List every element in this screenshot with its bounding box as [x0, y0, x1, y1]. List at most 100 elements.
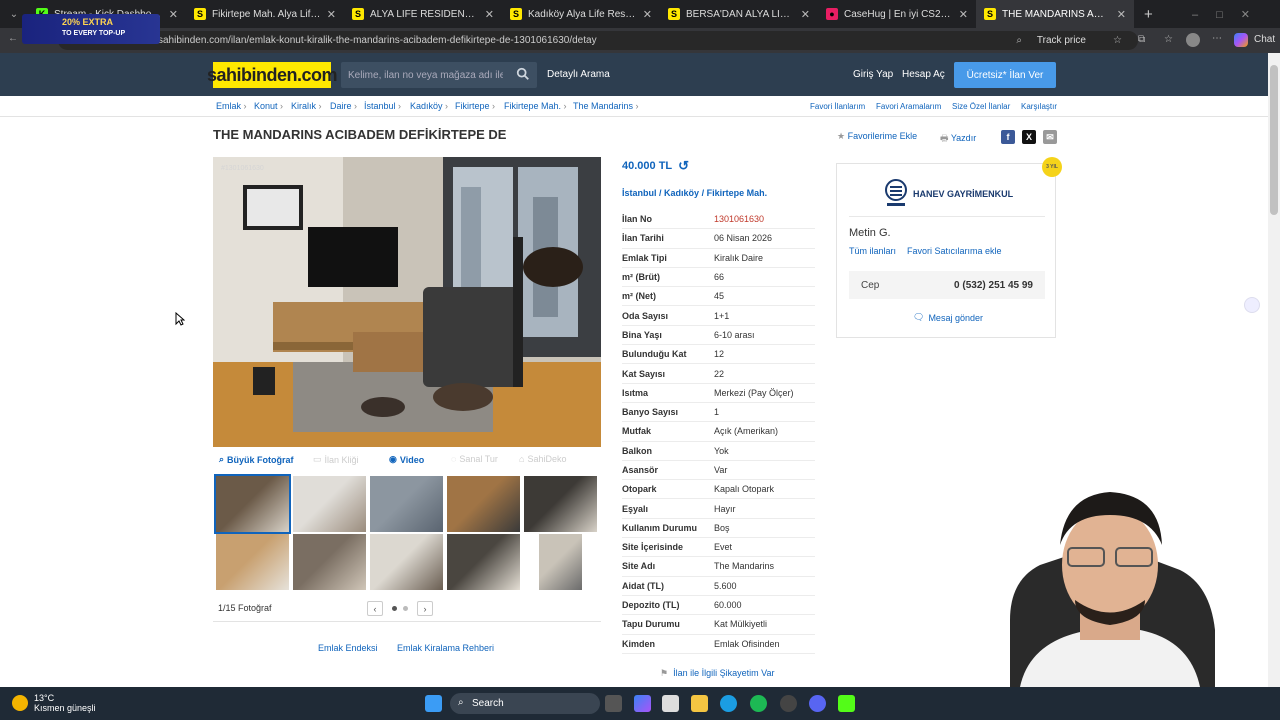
tab-large-photo[interactable]: ⌕ Büyük Fotoğraf	[219, 454, 294, 465]
header-quick-link[interactable]: Karşılaştır	[1021, 102, 1057, 111]
windows-start-icon[interactable]	[425, 695, 442, 712]
header-quick-link[interactable]: Favori Aramalarım	[876, 102, 941, 111]
location-district[interactable]: Kadıköy	[664, 188, 699, 198]
header-quick-link[interactable]: Favori İlanlarım	[810, 102, 865, 111]
tab-video[interactable]: ◉ Video	[389, 454, 424, 465]
page-dot-1[interactable]	[392, 606, 397, 611]
firm-name[interactable]: HANEV GAYRİMENKUL	[913, 189, 1013, 199]
breadcrumb-item[interactable]: Kiralık	[291, 101, 322, 111]
location-neighborhood[interactable]: Fikirtepe Mah.	[707, 188, 768, 198]
rental-guide-link[interactable]: Emlak Kiralama Rehberi	[397, 643, 494, 653]
all-listings-link[interactable]: Tüm ilanları	[849, 246, 896, 256]
browser-tab[interactable]: S Fikirtepe Mah. Alya Life Residence ✕	[186, 0, 344, 28]
taskbar-search[interactable]: ⌕ Search	[450, 693, 600, 714]
send-message-link[interactable]: 🗨 Mesaj gönder	[913, 312, 983, 323]
header-quick-link[interactable]: Size Özel İlanlar	[952, 102, 1010, 111]
real-estate-index-link[interactable]: Emlak Endeksi	[318, 643, 378, 653]
breadcrumb-item[interactable]: Kadıköy	[410, 101, 448, 111]
next-page-button[interactable]: ›	[417, 601, 433, 616]
side-assistant-icon[interactable]	[1244, 297, 1260, 313]
breadcrumb-item[interactable]: The Mandarins	[573, 101, 639, 111]
edge-icon[interactable]	[720, 695, 737, 712]
discord-icon[interactable]	[809, 695, 826, 712]
photo-thumbnail[interactable]	[293, 534, 366, 590]
steam-icon[interactable]	[780, 695, 797, 712]
prev-page-button[interactable]: ‹	[367, 601, 383, 616]
add-favorite-link[interactable]: ★ Favorilerime Ekle	[837, 131, 917, 142]
zoom-icon[interactable]: ⌕	[1016, 35, 1022, 46]
store-icon[interactable]	[662, 695, 679, 712]
breadcrumb-item[interactable]: Fikirtepe	[455, 101, 495, 111]
more-menu-icon[interactable]: ⋯	[1212, 33, 1222, 44]
close-tab-icon[interactable]: ✕	[485, 8, 494, 21]
chat-button[interactable]: Chat	[1254, 34, 1275, 45]
close-tab-icon[interactable]: ✕	[959, 8, 968, 21]
browser-tab[interactable]: S THE MANDARINS ACIBADEM DEFİ ✕	[976, 0, 1134, 28]
close-tab-icon[interactable]: ✕	[643, 8, 652, 21]
kick-icon[interactable]	[838, 695, 855, 712]
back-icon[interactable]: ←	[8, 33, 18, 44]
price-history-icon[interactable]: ↺	[678, 158, 689, 174]
bookmark-star-icon[interactable]: ☆	[1113, 35, 1122, 46]
photo-thumbnail[interactable]	[214, 474, 291, 534]
location-city[interactable]: İstanbul	[622, 188, 657, 198]
breadcrumb-item[interactable]: Fikirtepe Mah.	[504, 101, 567, 111]
breadcrumb-item[interactable]: Daire	[330, 101, 357, 111]
breadcrumb-item[interactable]: Konut	[254, 101, 283, 111]
site-logo[interactable]: sahibinden.com	[207, 62, 338, 88]
photo-thumbnail[interactable]	[370, 476, 443, 532]
close-tab-icon[interactable]: ✕	[1117, 8, 1126, 21]
copilot-icon[interactable]	[1234, 33, 1248, 47]
browser-tab[interactable]: S BERSA'DAN ALYA LİFE RESİDENCE ✕	[660, 0, 818, 28]
firm-logo[interactable]	[883, 178, 909, 208]
favorite-seller-link[interactable]: Favori Satıcılarıma ekle	[907, 246, 1002, 256]
breadcrumb-item[interactable]: İstanbul	[364, 101, 401, 111]
detail-label: Depozito (TL)	[622, 600, 680, 611]
close-tab-icon[interactable]: ✕	[327, 8, 336, 21]
photo-thumbnail[interactable]	[447, 534, 520, 590]
track-price-button[interactable]: Track price	[1037, 35, 1086, 46]
task-view-icon[interactable]	[605, 695, 622, 712]
email-share-icon[interactable]: ✉	[1043, 130, 1057, 144]
breadcrumb-item[interactable]: Emlak	[216, 101, 247, 111]
search-icon[interactable]	[516, 67, 530, 81]
photo-thumbnail[interactable]	[524, 476, 597, 532]
tab-ad-click[interactable]: ▭ İlan Kliği	[313, 454, 359, 465]
main-photo[interactable]: #1301061630	[213, 157, 601, 447]
photo-thumbnail[interactable]	[293, 476, 366, 532]
promo-overlay[interactable]: 20% EXTRA TO EVERY TOP-UP	[22, 14, 160, 44]
favorites-icon[interactable]: ☆	[1164, 34, 1173, 45]
photo-thumbnail[interactable]	[539, 534, 582, 590]
photo-thumbnail[interactable]	[370, 534, 443, 590]
profile-avatar[interactable]	[1186, 33, 1200, 47]
photo-thumbnail[interactable]	[447, 476, 520, 532]
print-link[interactable]: 🖶 Yazdır	[940, 131, 976, 147]
tab-sahideko[interactable]: ⌂ SahiDeko	[519, 454, 566, 464]
search-input[interactable]: Kelime, ilan no veya mağaza adı ile ara	[341, 62, 537, 88]
x-share-icon[interactable]: X	[1022, 130, 1036, 144]
browser-tab[interactable]: ● CaseHug | En iyi CS2 (CS:GO) kasa ✕	[818, 0, 976, 28]
browser-tab[interactable]: S ALYA LİFE RESİDENCE 4 METRE TA ✕	[344, 0, 502, 28]
copilot-taskbar-icon[interactable]	[634, 695, 651, 712]
photo-thumbnail[interactable]	[216, 534, 289, 590]
url-field[interactable]: sahibinden.com/ilan/emlak-konut-kiralik-…	[58, 31, 1138, 50]
close-tab-icon[interactable]: ✕	[801, 8, 810, 21]
advanced-search-link[interactable]: Detaylı Arama	[547, 69, 610, 80]
page-dot-2[interactable]	[403, 606, 408, 611]
window-controls[interactable]: –□✕	[1192, 8, 1268, 21]
extensions-icon[interactable]: ⧉	[1138, 34, 1145, 45]
login-link[interactable]: Giriş Yap	[853, 69, 893, 80]
facebook-share-icon[interactable]: f	[1001, 130, 1015, 144]
weather-widget[interactable]: 13°C Kısmen güneşli	[12, 693, 96, 713]
complaint-link[interactable]: ⚑ İlan ile İlgili Şikayetim Var	[660, 668, 774, 679]
post-ad-button[interactable]: Ücretsiz* İlan Ver	[954, 62, 1056, 88]
phone-number[interactable]: 0 (532) 251 45 99	[954, 280, 1033, 291]
file-explorer-icon[interactable]	[691, 695, 708, 712]
scrollbar-thumb[interactable]	[1270, 65, 1278, 215]
tab-virtual-tour[interactable]: ◌ Sanal Tur	[451, 454, 498, 464]
new-tab-button[interactable]: +	[1144, 6, 1153, 23]
browser-tab[interactable]: S Kadıköy Alya Life Residence Ferah ✕	[502, 0, 660, 28]
spotify-icon[interactable]	[750, 695, 767, 712]
register-link[interactable]: Hesap Aç	[902, 69, 945, 80]
close-tab-icon[interactable]: ✕	[169, 8, 178, 21]
